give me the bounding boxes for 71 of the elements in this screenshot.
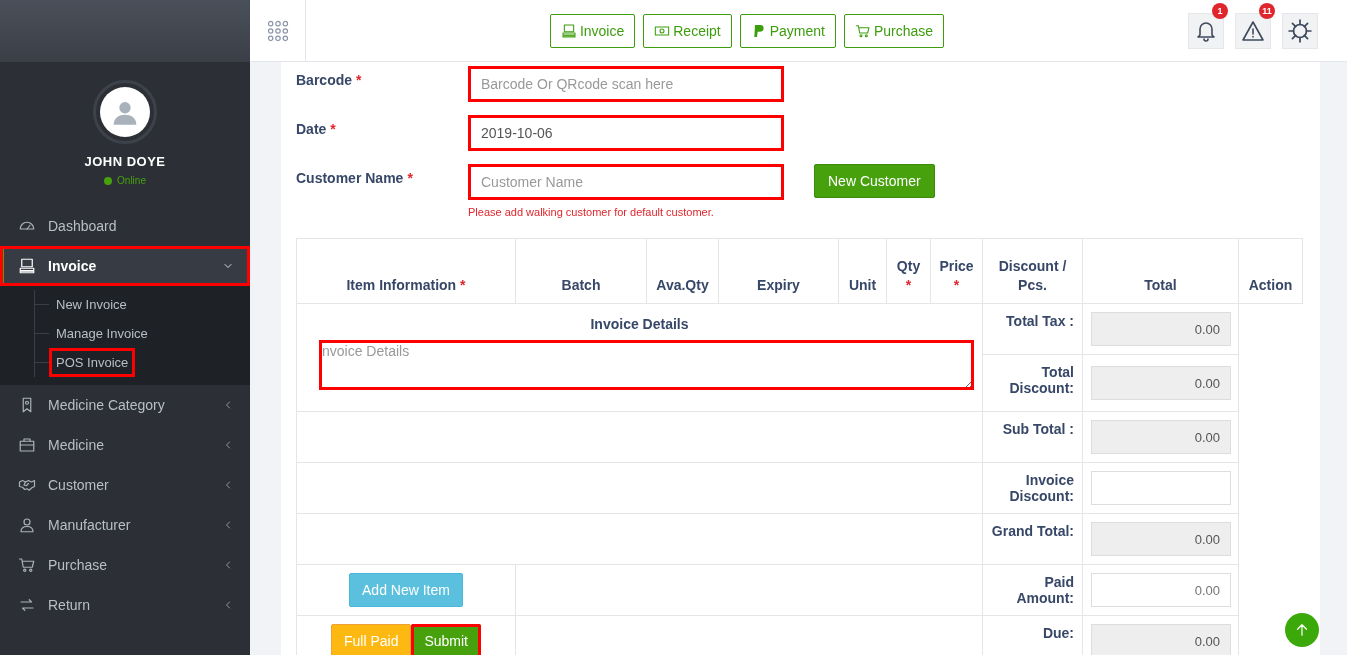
shortcut-button[interactable]: Purchase [843, 13, 945, 48]
amount-field[interactable]: 0.00 [1091, 624, 1231, 655]
required-mark: * [356, 72, 362, 88]
scroll-top-button[interactable] [1285, 613, 1319, 647]
shortcut-button[interactable]: Invoice [549, 13, 636, 48]
shortcut-button[interactable]: Payment [739, 13, 836, 48]
input-field[interactable]: 2019-10-06 [468, 115, 784, 151]
column-header: Ava.Qty [656, 277, 709, 293]
column-header: Expiry [757, 277, 800, 293]
user-name: JOHN DOYE [84, 154, 166, 169]
settings-button[interactable] [1282, 12, 1318, 49]
column-header: Action [1248, 277, 1293, 293]
hint-text: Please add walking customer for default customer. [468, 206, 715, 218]
required-mark: * [407, 170, 413, 186]
amount-field[interactable] [1091, 471, 1231, 505]
menu-item[interactable]: Return [0, 585, 250, 625]
cart-icon [854, 22, 871, 39]
summary-label: Paid Amount: [982, 564, 1083, 616]
exchange-icon [18, 596, 36, 614]
input-field[interactable]: Customer Name [468, 164, 784, 200]
amount-field[interactable]: 0.00 [1091, 573, 1231, 607]
amount-field[interactable]: 0.00 [1091, 312, 1231, 346]
amount-field[interactable]: 0.00 [1091, 366, 1231, 400]
submenu-item[interactable]: POS Invoice [49, 348, 136, 377]
column-header: Unit [848, 277, 877, 293]
input-field[interactable]: Barcode Or QRcode scan here [468, 66, 784, 102]
briefcase-icon [18, 436, 36, 454]
amount-field[interactable]: 0.00 [1091, 522, 1231, 556]
menu-item[interactable]: Manufacturer [0, 505, 250, 545]
field-label: Customer Name [296, 170, 404, 186]
alert-button[interactable] [1188, 12, 1224, 49]
status-text: Online [117, 175, 146, 186]
summary-label: Invoice Discount: [982, 462, 1083, 514]
summary-label: Total Tax : [982, 303, 1083, 355]
alert-button[interactable] [1235, 12, 1271, 49]
summary-label: Sub Total : [982, 411, 1083, 463]
summary-label: Grand Total: [982, 513, 1083, 565]
field-label: Barcode [296, 72, 353, 88]
cart-icon [18, 556, 36, 574]
menu-item[interactable]: Medicine Category [0, 385, 250, 425]
count-badge: 1 [1212, 2, 1228, 19]
column-header: Price [939, 258, 974, 274]
required-mark: * [905, 277, 912, 293]
required-mark: * [330, 121, 336, 137]
menu-item[interactable]: Customer [0, 465, 250, 505]
settings-icon [1287, 17, 1313, 44]
grid-dots-icon[interactable] [266, 19, 289, 42]
summary-label: Total Discount: [982, 354, 1083, 412]
warning-icon [1241, 18, 1265, 43]
menu-item[interactable]: Purchase [0, 545, 250, 585]
column-header: Total [1144, 277, 1177, 293]
details-field[interactable]: nvoice Details [319, 340, 974, 390]
submenu-item[interactable]: Manage Invoice [49, 319, 155, 348]
shortcut-button[interactable]: Receipt [643, 13, 732, 48]
section-heading: Invoice Details [589, 316, 690, 332]
column-header: Batch [561, 277, 601, 293]
column-header: Item Information [346, 277, 457, 293]
monitor-icon [560, 22, 577, 39]
column-header: Discount / Pcs. [998, 258, 1067, 293]
menu-item[interactable]: Dashboard [0, 206, 250, 246]
monitor-icon [18, 257, 36, 275]
required-mark: * [953, 277, 960, 293]
menu-item[interactable]: Medicine [0, 425, 250, 465]
field-label: Date [296, 121, 327, 137]
user-icon [18, 516, 36, 534]
menu-item[interactable]: Invoice [0, 246, 250, 286]
required-mark: * [460, 277, 466, 293]
amount-field[interactable]: 0.00 [1091, 420, 1231, 454]
count-badge: 11 [1259, 2, 1275, 19]
column-header: Qty [896, 258, 921, 274]
submenu-item[interactable]: New Invoice [49, 290, 134, 319]
